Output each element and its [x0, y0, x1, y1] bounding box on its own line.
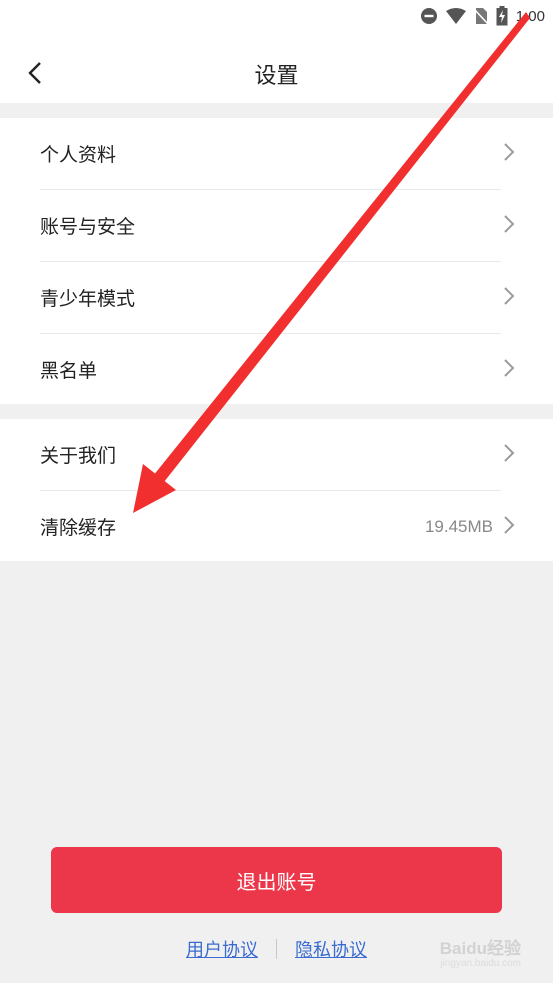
settings-item-label: 账号与安全 [40, 216, 136, 238]
settings-item-label: 关于我们 [40, 445, 117, 467]
user-agreement-link[interactable]: 用户协议 [186, 936, 258, 962]
chevron-right-icon [504, 516, 515, 534]
wifi-icon [445, 8, 466, 24]
settings-item-label: 清除缓存 [40, 517, 117, 539]
settings-item-blacklist[interactable]: 黑名单 [0, 334, 553, 405]
settings-item-label: 黑名单 [40, 360, 98, 382]
watermark-brand: Baidu经验 [439, 939, 521, 958]
do-not-disturb-icon [420, 8, 437, 24]
settings-item-label: 青少年模式 [40, 288, 136, 310]
page-title: 设置 [254, 64, 299, 89]
privacy-agreement-link[interactable]: 隐私协议 [295, 936, 367, 962]
settings-item-teen-mode[interactable]: 青少年模式 [0, 262, 553, 333]
battery-charging-icon [496, 6, 508, 26]
settings-item-account-security[interactable]: 账号与安全 [0, 190, 553, 261]
watermark-url: jingyan.baidu.com [440, 958, 521, 969]
chevron-right-icon [504, 143, 515, 161]
chevron-right-icon [504, 215, 515, 233]
settings-item-profile[interactable]: 个人资料 [0, 118, 553, 189]
chevron-right-icon [504, 287, 515, 305]
chevron-right-icon [504, 359, 515, 377]
divider [276, 939, 277, 959]
status-bar: 1:00 [420, 5, 545, 27]
settings-group-app: 关于我们 清除缓存 19.45MB [0, 419, 553, 561]
status-time: 1:00 [515, 7, 545, 25]
settings-group-account: 个人资料 账号与安全 青少年模式 黑名单 [0, 118, 553, 404]
no-sim-icon [473, 8, 488, 25]
settings-item-about-us[interactable]: 关于我们 [0, 419, 553, 490]
settings-item-clear-cache[interactable]: 清除缓存 19.45MB [0, 491, 553, 562]
cache-size-value: 19.45MB [424, 516, 493, 536]
chevron-right-icon [504, 444, 515, 462]
settings-item-label: 个人资料 [40, 144, 117, 166]
logout-button[interactable]: 退出账号 [51, 847, 502, 913]
top-bar: 1:00 设置 [0, 0, 553, 103]
